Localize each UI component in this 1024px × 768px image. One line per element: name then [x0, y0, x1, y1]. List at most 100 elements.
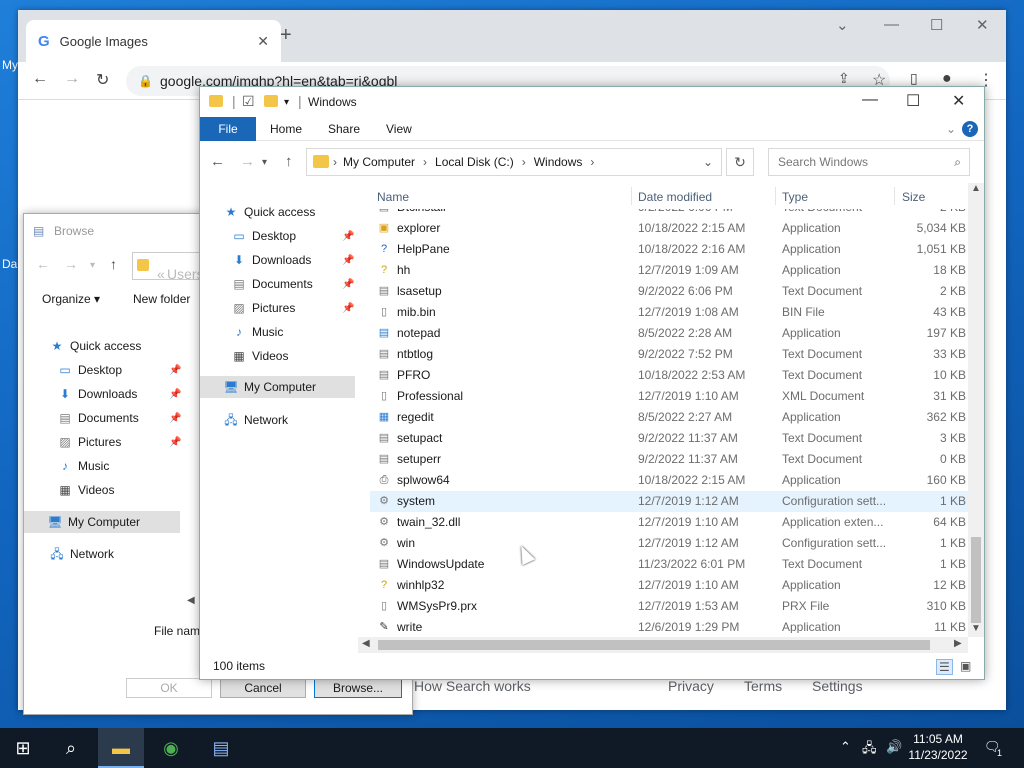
nav-item-music[interactable]: ♪ Music — [230, 321, 283, 343]
table-row[interactable]: ▯ WMSysPr9.prx 12/7/2019 1:53 AM PRX File 31… — [370, 596, 968, 617]
minimize-icon[interactable]: — — [862, 91, 878, 109]
tree-item-downloads[interactable]: ⬇ Downloads — [56, 383, 137, 405]
chevron-right-icon[interactable]: › — [333, 155, 337, 169]
nav-item-documents[interactable]: ▤ Documents — [230, 273, 312, 295]
table-row[interactable]: ▤ setuperr 9/2/2022 11:37 AM Text Document 0… — [370, 449, 968, 470]
back-icon[interactable]: ← — [32, 70, 48, 88]
tree-item-documents[interactable]: ▤ Documents — [56, 407, 138, 429]
table-row[interactable]: ▤ WindowsUpdate 11/23/2022 6:01 PM Text Doc… — [370, 554, 968, 575]
chevron-down-icon[interactable]: ⌄ — [703, 155, 713, 169]
forward-icon[interactable]: → — [64, 70, 80, 88]
nav-item-quick-access[interactable]: ★ Quick access — [222, 201, 316, 223]
help-icon[interactable]: ? — [962, 121, 978, 137]
tree-item-music[interactable]: ♪ Music — [56, 455, 109, 477]
properties-icon[interactable]: ☑ — [242, 93, 255, 110]
desktop-icon-label[interactable]: My — [2, 58, 18, 72]
minimize-icon[interactable]: — — [884, 16, 899, 33]
new-tab-icon[interactable]: + — [280, 24, 292, 47]
details-view-icon[interactable]: ☰ — [936, 659, 953, 675]
close-icon[interactable]: ✕ — [976, 16, 989, 34]
forward-icon[interactable]: → — [64, 256, 78, 272]
terms-link[interactable]: Terms — [744, 678, 782, 694]
chrome-tab[interactable]: G Google Images ✕ — [26, 20, 281, 62]
browse-button[interactable]: Browse... — [314, 678, 402, 698]
breadcrumb-local-disk[interactable]: Local Disk (C:) — [435, 155, 514, 169]
maximize-icon[interactable]: ☐ — [930, 16, 943, 34]
chevron-right-icon[interactable]: › — [590, 155, 594, 169]
recent-dropdown-icon[interactable]: ▾ — [90, 260, 95, 271]
column-divider[interactable] — [775, 187, 776, 205]
table-row[interactable]: ▤ setupact 9/2/2022 11:37 AM Text Document 3… — [370, 428, 968, 449]
tree-item-quick-access[interactable]: ★ Quick access — [48, 335, 142, 357]
column-header-type[interactable]: Type — [782, 190, 808, 204]
column-header-size[interactable]: Size — [902, 190, 925, 204]
breadcrumb-my-computer[interactable]: My Computer — [343, 155, 415, 169]
refresh-button[interactable]: ↻ — [726, 148, 754, 176]
table-row[interactable]: ▦ regedit 8/5/2022 2:27 AM Application 362 K… — [370, 407, 968, 428]
column-divider[interactable] — [631, 187, 632, 205]
table-row[interactable]: ⚙ system 12/7/2019 1:12 AM Configuration se… — [370, 491, 968, 512]
table-row[interactable]: ⚙ twain_32.dll 12/7/2019 1:10 AM Applicatio… — [370, 512, 968, 533]
tree-item-network[interactable]: 🖧 Network — [48, 543, 114, 565]
app-taskbar-icon[interactable]: ▤ — [198, 728, 244, 768]
search-icon[interactable]: ⌕ — [48, 728, 94, 768]
breadcrumb-windows[interactable]: Windows — [534, 155, 583, 169]
up-icon[interactable]: ↑ — [110, 256, 117, 272]
table-row[interactable]: ▯ mib.bin 12/7/2019 1:08 AM BIN File 43 KB — [370, 302, 968, 323]
table-row[interactable]: ▣ explorer 10/18/2022 2:15 AM Application 5,… — [370, 218, 968, 239]
table-row[interactable]: ▤ PFRO 10/18/2022 2:53 AM Text Document 10 K… — [370, 365, 968, 386]
scrollbar-thumb[interactable] — [971, 537, 981, 623]
table-row[interactable]: ? winhlp32 12/7/2019 1:10 AM Application 12 … — [370, 575, 968, 596]
share-icon[interactable]: ⇪ — [838, 70, 850, 87]
scroll-right-icon[interactable]: ▶ — [954, 638, 962, 649]
nav-item-pictures[interactable]: ▨ Pictures — [230, 297, 295, 319]
vertical-scrollbar[interactable]: ▲ ▼ — [968, 183, 984, 637]
system-clock[interactable]: 11:05 AM 11/23/2022 — [900, 731, 976, 763]
desktop-icon-label[interactable]: Da — [2, 257, 17, 271]
nav-item-desktop[interactable]: ▭ Desktop — [230, 225, 296, 247]
table-row[interactable]: ✎ write 12/6/2019 1:29 PM Application 11 KB — [370, 617, 968, 633]
start-button[interactable]: ⊞ — [0, 728, 46, 768]
nav-item-network[interactable]: 🖧 Network — [222, 409, 288, 431]
maximize-icon[interactable]: ☐ — [906, 91, 920, 111]
chrome-taskbar-icon[interactable]: ◉ — [148, 728, 194, 768]
tree-item-pictures[interactable]: ▨ Pictures — [56, 431, 121, 453]
how-search-works-link[interactable]: How Search works — [414, 678, 531, 694]
lock-icon[interactable]: 🔒 — [138, 66, 153, 96]
tree-item-desktop[interactable]: ▭ Desktop — [56, 359, 122, 381]
network-status-icon[interactable]: 🖧 — [862, 739, 877, 761]
scroll-down-icon[interactable]: ▼ — [971, 623, 981, 634]
forward-icon[interactable]: → — [240, 153, 255, 170]
reload-icon[interactable]: ↻ — [96, 70, 109, 90]
back-icon[interactable]: ← — [210, 153, 225, 170]
file-explorer-taskbar-icon[interactable]: ▬ — [98, 728, 144, 768]
nav-item-videos[interactable]: ▦ Videos — [230, 345, 288, 367]
table-row[interactable]: ▯ Professional 12/7/2019 1:10 AM XML Docume… — [370, 386, 968, 407]
column-header-date[interactable]: Date modified — [638, 190, 712, 204]
new-folder-button[interactable]: New folder — [133, 292, 190, 306]
chevron-right-icon[interactable]: › — [423, 155, 427, 169]
large-icons-view-icon[interactable]: ▣ — [960, 659, 971, 673]
organize-button[interactable]: Organize ▾ — [42, 292, 100, 306]
column-divider[interactable] — [894, 187, 895, 205]
side-panel-icon[interactable]: ▯ — [910, 70, 918, 87]
table-row[interactable]: ? HelpPane 10/18/2022 2:16 AM Application 1,… — [370, 239, 968, 260]
table-row[interactable]: ▤ ntbtlog 9/2/2022 7:52 PM Text Document 33 … — [370, 344, 968, 365]
column-header-name[interactable]: Name — [377, 190, 409, 204]
settings-link[interactable]: Settings — [812, 678, 863, 694]
back-icon[interactable]: ← — [36, 256, 50, 272]
close-tab-icon[interactable]: ✕ — [257, 33, 269, 50]
table-row[interactable]: ▤ lsasetup 9/2/2022 6:06 PM Text Document 2 … — [370, 281, 968, 302]
recent-locations-icon[interactable]: ▾ — [262, 157, 267, 168]
table-row[interactable]: ? hh 12/7/2019 1:09 AM Application 18 KB — [370, 260, 968, 281]
table-row[interactable]: ▤ notepad 8/5/2022 2:28 AM Application 197 K… — [370, 323, 968, 344]
scroll-up-icon[interactable]: ▲ — [971, 183, 981, 194]
tab-home[interactable]: Home — [260, 117, 312, 141]
tree-item-videos[interactable]: ▦ Videos — [56, 479, 114, 501]
show-hidden-icons-icon[interactable]: ⌃ — [840, 739, 851, 755]
tab-view[interactable]: View — [376, 117, 422, 141]
customize-quick-access-icon[interactable]: ▾ — [284, 97, 289, 108]
chevron-right-icon[interactable]: › — [522, 155, 526, 169]
nav-item-downloads[interactable]: ⬇ Downloads — [230, 249, 311, 271]
table-row[interactable]: ⚙ win 12/7/2019 1:12 AM Configuration sett.… — [370, 533, 968, 554]
